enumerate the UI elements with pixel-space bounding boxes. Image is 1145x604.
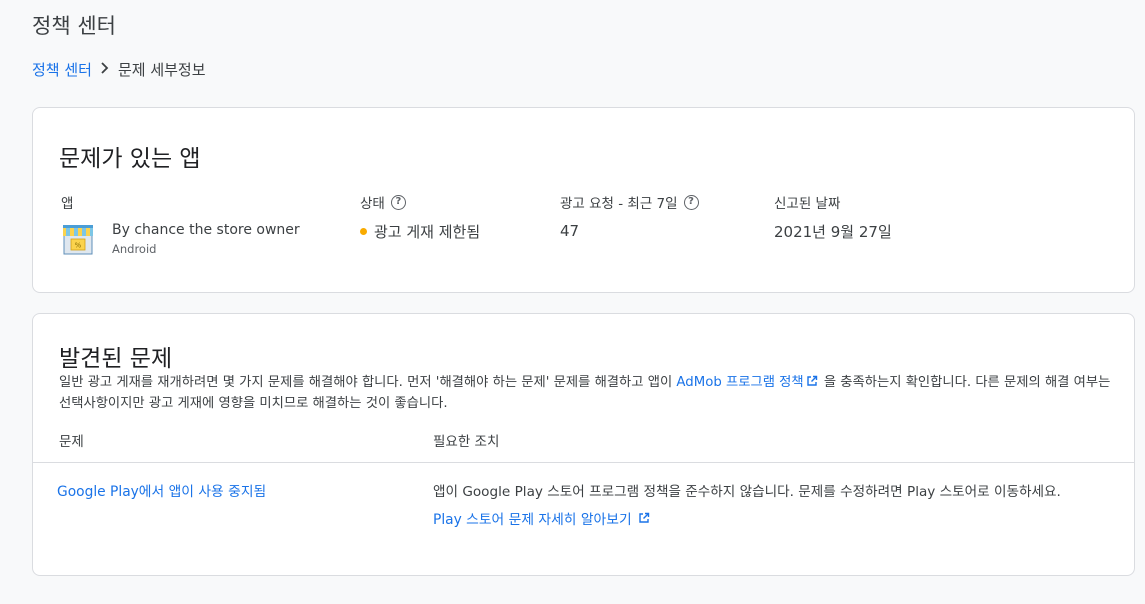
breadcrumb-policy-center-link[interactable]: 정책 센터 [32,59,92,80]
svg-text:%: % [75,242,82,250]
admob-policy-link-label: AdMob 프로그램 정책 [676,375,804,390]
reported-date: 2021년 9월 27일 [774,223,892,241]
col-header-reported: 신고된 날짜 [774,192,840,212]
admob-policy-link[interactable]: AdMob 프로그램 정책 [676,375,819,390]
breadcrumb: 정책 센터 문제 세부정보 [32,59,206,80]
store-icon: % [61,222,95,256]
app-platform: Android [112,242,157,256]
col-header-reported-label: 신고된 날짜 [774,196,841,212]
col-header-status: 상태 ? [360,192,406,212]
apps-card-title: 문제가 있는 앱 [59,146,201,172]
breadcrumb-current: 문제 세부정보 [117,61,206,79]
desc-text-1: 일반 광고 게재를 재개하려면 몇 가지 문제를 해결해야 합니다. 먼저 '해… [59,375,677,390]
issues-found-card: 발견된 문제 일반 광고 게재를 재개하려면 몇 가지 문제를 해결해야 합니다… [32,313,1135,576]
status-dot-icon [360,228,367,235]
action-description: 앱이 Google Play 스토어 프로그램 정책을 준수하지 않습니다. 문… [433,484,1061,500]
col-header-action: 필요한 조치 [433,434,500,450]
page-title: 정책 센터 [32,14,116,38]
help-icon[interactable]: ? [390,194,406,210]
ad-requests-value: 47 [560,222,580,240]
col-header-issue: 문제 [59,434,84,450]
status-label: 광고 게재 제한됨 [374,223,481,241]
external-link-icon [806,375,817,386]
app-name: By chance the store owner [112,222,300,238]
col-header-app: 앱 [61,192,73,212]
issue-link-google-play-disabled[interactable]: Google Play에서 앱이 사용 중지됨 [57,480,266,500]
col-header-requests-label: 광고 요청 - 최근 7일 [560,196,678,212]
chevron-right-icon [100,61,110,78]
play-store-learn-more-link[interactable]: Play 스토어 문제 자세히 알아보기 [433,508,652,528]
col-header-app-label: 앱 [61,196,74,212]
status-badge: 광고 게재 제한됨 [360,221,480,242]
col-header-requests: 광고 요청 - 최근 7일 ? [560,192,699,212]
external-link-icon [638,512,649,523]
apps-with-issues-card: 문제가 있는 앱 앱 상태 ? 광고 요청 - 최근 7일 ? 신고된 날짜 %… [32,107,1135,293]
help-icon[interactable]: ? [683,194,699,210]
col-header-status-label: 상태 [360,196,385,212]
issues-description: 일반 광고 게재를 재개하려면 몇 가지 문제를 해결해야 합니다. 먼저 '해… [59,372,1114,414]
issues-card-title: 발견된 문제 [59,346,173,372]
play-store-learn-more-label: Play 스토어 문제 자세히 알아보기 [433,512,632,528]
table-divider [33,462,1134,463]
